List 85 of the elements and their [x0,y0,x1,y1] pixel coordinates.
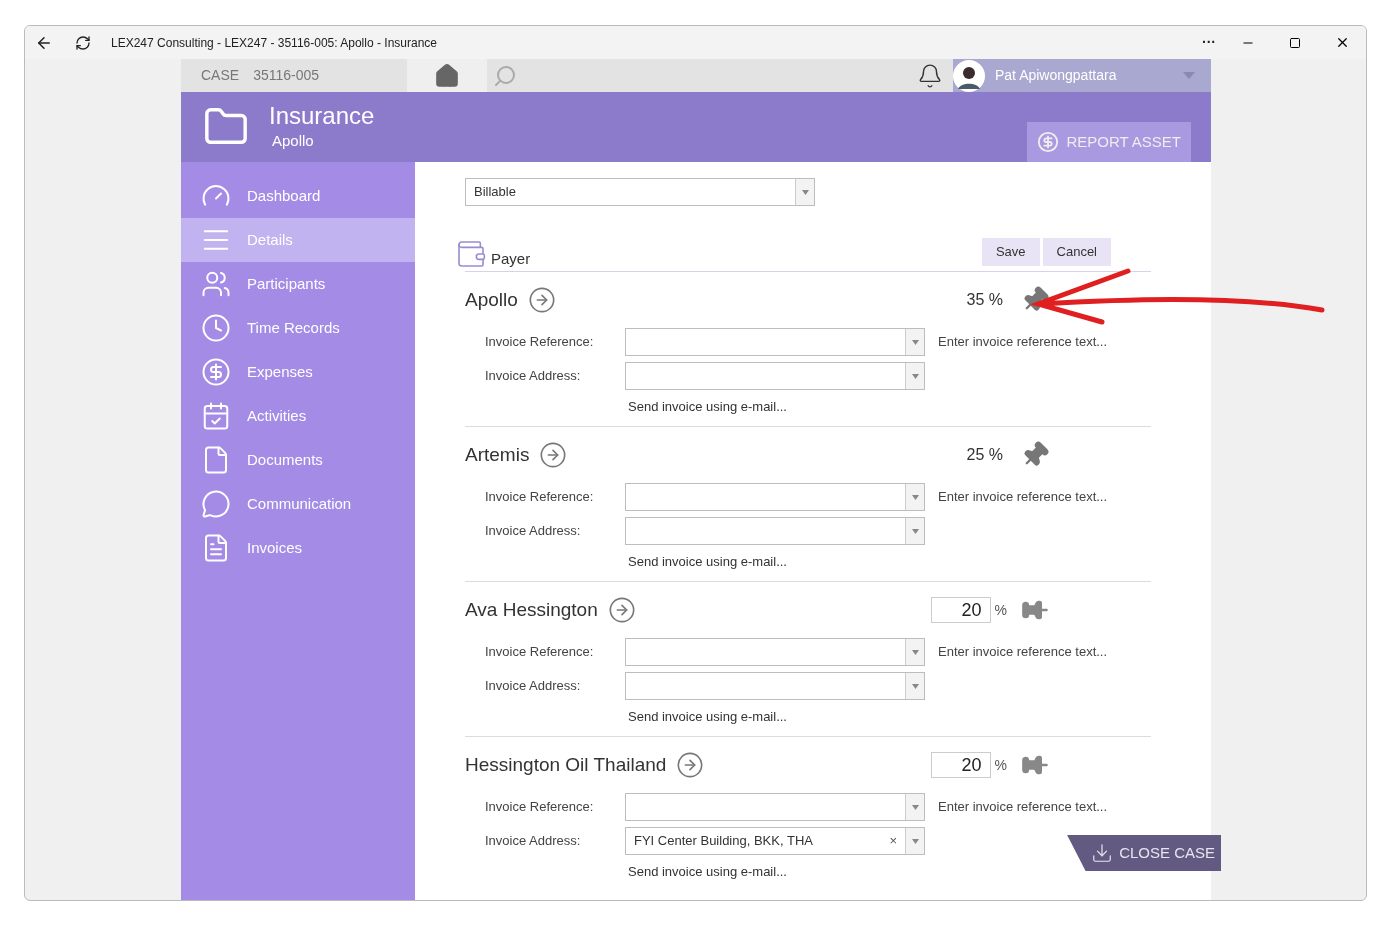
calendar-icon [201,401,231,431]
user-name: Pat Apiwongpattara [995,66,1118,85]
window-title: LEX247 Consulting - LEX247 - 35116-005: Apollo - Insurance [111,34,437,52]
people-icon [201,269,231,299]
caret-icon [911,494,919,500]
percent-field[interactable]: 20 [930,597,991,623]
case-title: Insurance [269,101,375,130]
caret-icon [911,804,919,810]
section-title: Payer [491,248,531,269]
case-label: CASE [201,66,240,85]
field-label: Invoice Address: [485,677,582,696]
maximize-icon[interactable] [1289,36,1301,49]
invoice-reference-field[interactable] [625,638,925,666]
case-number: 35116-005 [253,66,320,85]
field-label: Invoice Reference: [485,798,595,817]
field-label: Invoice Address: [485,522,582,541]
payer-name: Hessington Oil Thailand [465,752,667,777]
clock-icon [201,313,231,343]
caret-icon [911,373,919,379]
email-link[interactable]: Send invoice using e-mail... [628,399,787,414]
home-button[interactable] [407,59,488,92]
field-hint: Enter invoice reference text... [938,488,1108,507]
caret-icon [801,189,809,195]
dollar-icon [1036,131,1059,153]
notification-icon[interactable] [917,62,943,89]
field-hint: Enter invoice reference text... [938,643,1108,662]
dropdown-button[interactable] [905,484,924,510]
percent-field[interactable]: 20 [930,752,991,778]
caret-icon [911,838,919,844]
dropdown-button[interactable] [905,639,924,665]
dropdown-button[interactable] [905,363,924,389]
field-label: Invoice Reference: [485,333,595,352]
case-subtitle: Apollo [272,130,315,151]
field-hint: Enter invoice reference text... [938,333,1108,352]
invoice-address-field[interactable] [625,517,925,545]
chat-icon [201,489,231,519]
invoice-address-field[interactable] [625,362,925,390]
more-button[interactable]: ··· [1202,32,1216,53]
invoice-reference-field[interactable] [625,483,925,511]
field-label: Invoice Reference: [485,643,595,662]
invoice-reference-field[interactable] [625,793,925,821]
percent-unit: % [994,755,1007,775]
percent-share: 25 % [966,445,1003,465]
field-label: Invoice Reference: [485,488,595,507]
dropdown-button[interactable] [905,794,924,820]
payer-name: Ava Hessington [465,597,598,622]
open-payer-icon[interactable] [539,441,568,469]
caret-icon [911,528,919,534]
invoice-address-field[interactable] [625,672,925,700]
open-payer-icon[interactable] [527,286,556,314]
percent-unit: % [994,600,1007,620]
payer-name: Artemis [465,442,530,467]
caret-icon [1183,72,1195,79]
dropdown-button[interactable] [795,179,814,205]
clear-icon[interactable]: × [881,831,905,851]
caret-icon [911,649,919,655]
refresh-icon[interactable] [75,34,91,51]
cancel-button[interactable]: Cancel [1042,238,1111,266]
save-button[interactable]: Save [981,238,1040,266]
dropdown-button[interactable] [905,673,924,699]
home-icon [434,62,461,89]
email-link[interactable]: Send invoice using e-mail... [628,864,787,879]
field-hint: Enter invoice reference text... [938,798,1108,817]
billing-field[interactable]: Billable [465,178,815,206]
caret-icon [911,683,919,689]
open-payer-icon[interactable] [676,751,705,779]
field-label: Invoice Address: [485,367,582,386]
dollar-icon [201,357,231,387]
caret-icon [911,339,919,345]
dropdown-button[interactable] [905,329,924,355]
field-label: Invoice Address: [485,832,582,851]
invoice-reference-field[interactable] [625,328,925,356]
close-icon[interactable] [1335,35,1350,50]
payer-name: Apollo [465,287,518,312]
invoice-address-field[interactable]: FYI Center Building, BKK, THA × [625,827,925,855]
dropdown-button[interactable] [905,518,924,544]
percent-share: 35 % [966,290,1003,310]
open-payer-icon[interactable] [607,596,636,624]
email-link[interactable]: Send invoice using e-mail... [628,554,787,569]
close-case-button[interactable]: CLOSE CASE [1067,835,1221,871]
dropdown-button[interactable] [905,828,924,854]
email-link[interactable]: Send invoice using e-mail... [628,709,787,724]
search-icon[interactable] [493,63,518,88]
wallet-icon [455,238,487,270]
download-icon [1091,842,1114,864]
